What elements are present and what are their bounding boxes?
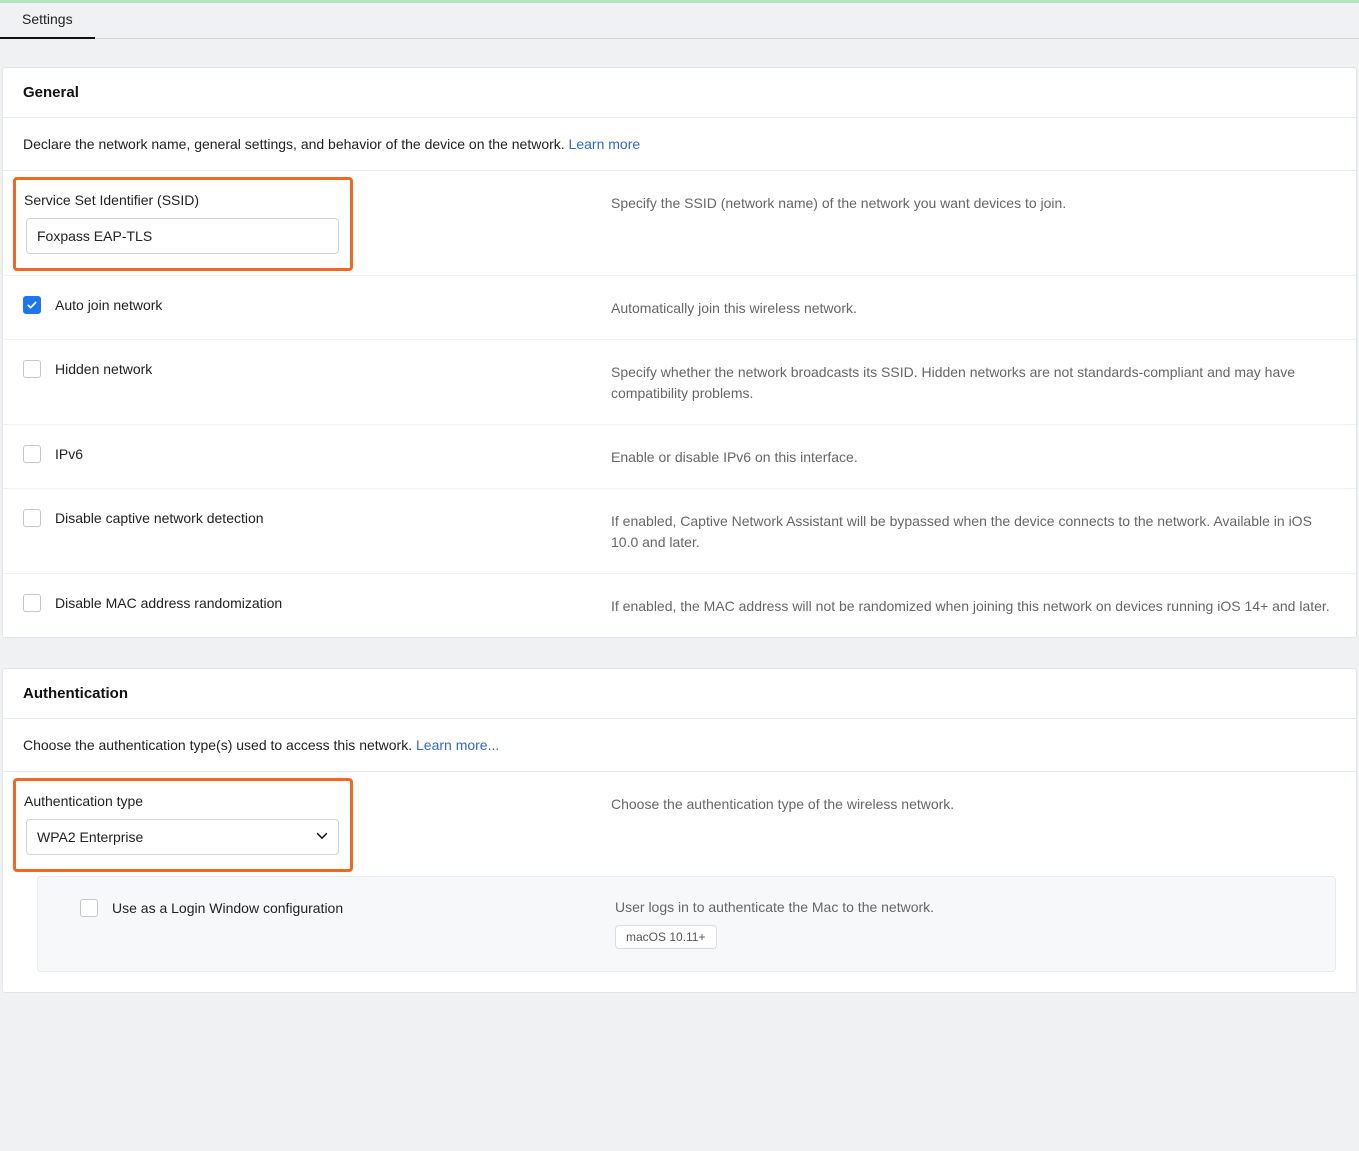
ssid-label: Service Set Identifier (SSID): [24, 192, 342, 208]
auth-type-desc: Choose the authentication type of the wi…: [611, 792, 1336, 815]
hidden-label[interactable]: Hidden network: [55, 361, 152, 377]
auth-type-value: WPA2 Enterprise: [26, 819, 339, 855]
spacer: [0, 39, 1359, 67]
auto-join-row: Auto join network Automatically join thi…: [3, 276, 1356, 340]
captive-label[interactable]: Disable captive network detection: [55, 510, 264, 526]
captive-row: Disable captive network detection If ena…: [3, 489, 1356, 574]
tab-settings[interactable]: Settings: [0, 3, 95, 39]
ipv6-checkbox[interactable]: [23, 445, 41, 463]
auth-intro-text: Choose the authentication type(s) used t…: [23, 737, 416, 753]
ipv6-label[interactable]: IPv6: [55, 446, 83, 462]
ssid-desc: Specify the SSID (network name) of the n…: [611, 191, 1336, 214]
login-window-desc: User logs in to authenticate the Mac to …: [615, 899, 1313, 915]
auth-card: Authentication Choose the authentication…: [2, 668, 1357, 993]
auth-type-label: Authentication type: [24, 793, 342, 809]
auth-type-select[interactable]: WPA2 Enterprise: [26, 819, 339, 855]
hidden-desc: Specify whether the network broadcasts i…: [611, 360, 1336, 404]
spacer: [0, 638, 1359, 668]
login-window-checkbox[interactable]: [80, 899, 98, 917]
general-learn-more-link[interactable]: Learn more: [569, 136, 641, 152]
check-icon: [26, 299, 38, 311]
ipv6-desc: Enable or disable IPv6 on this interface…: [611, 445, 1336, 468]
auth-intro: Choose the authentication type(s) used t…: [3, 719, 1356, 772]
auth-learn-more-link[interactable]: Learn more...: [416, 737, 499, 753]
auto-join-desc: Automatically join this wireless network…: [611, 296, 1336, 319]
ssid-highlight-box: Service Set Identifier (SSID): [13, 177, 353, 271]
captive-checkbox[interactable]: [23, 509, 41, 527]
login-window-label[interactable]: Use as a Login Window configuration: [112, 900, 343, 916]
mac-random-checkbox[interactable]: [23, 594, 41, 612]
captive-desc: If enabled, Captive Network Assistant wi…: [611, 509, 1336, 553]
mac-random-label[interactable]: Disable MAC address randomization: [55, 595, 282, 611]
auto-join-checkbox[interactable]: [23, 296, 41, 314]
general-intro-text: Declare the network name, general settin…: [23, 136, 569, 152]
mac-random-row: Disable MAC address randomization If ena…: [3, 574, 1356, 637]
general-heading: General: [3, 68, 1356, 118]
auth-heading: Authentication: [3, 669, 1356, 719]
os-badge: macOS 10.11+: [615, 925, 717, 949]
login-window-panel: Use as a Login Window configuration User…: [37, 876, 1336, 972]
general-card: General Declare the network name, genera…: [2, 67, 1357, 638]
auth-type-highlight-box: Authentication type WPA2 Enterprise: [13, 778, 353, 872]
ssid-input[interactable]: [26, 218, 339, 254]
general-intro: Declare the network name, general settin…: [3, 118, 1356, 171]
auth-type-row: Authentication type WPA2 Enterprise Choo…: [3, 772, 1356, 876]
ipv6-row: IPv6 Enable or disable IPv6 on this inte…: [3, 425, 1356, 489]
mac-random-desc: If enabled, the MAC address will not be …: [611, 594, 1336, 617]
tab-bar: Settings: [0, 3, 1359, 39]
auto-join-label[interactable]: Auto join network: [55, 297, 162, 313]
hidden-row: Hidden network Specify whether the netwo…: [3, 340, 1356, 425]
ssid-row: Service Set Identifier (SSID) Specify th…: [3, 171, 1356, 276]
hidden-checkbox[interactable]: [23, 360, 41, 378]
